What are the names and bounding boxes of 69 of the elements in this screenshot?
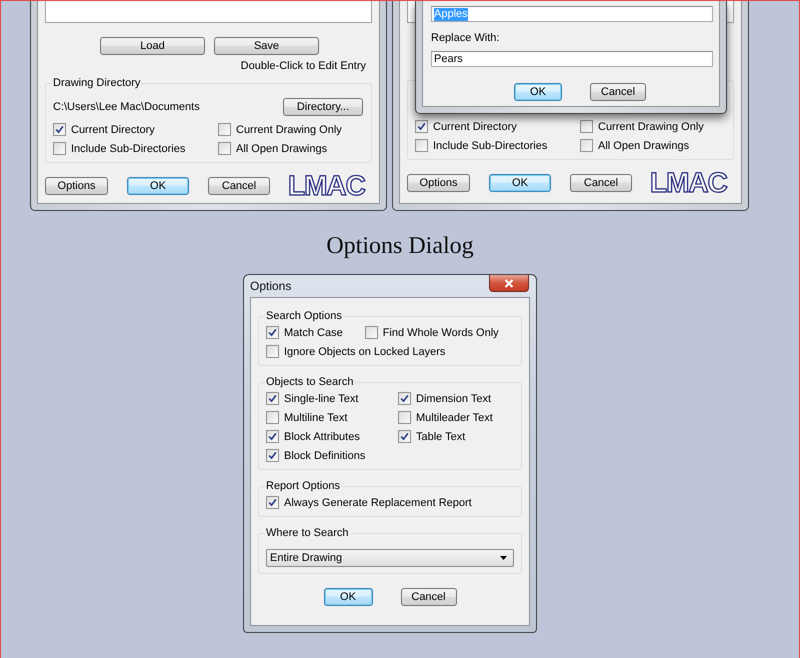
logo: LMAC bbox=[288, 173, 365, 199]
checkbox[interactable] bbox=[415, 139, 428, 152]
push-button[interactable]: Cancel bbox=[208, 177, 270, 195]
checkbox[interactable] bbox=[266, 345, 279, 358]
checkbox[interactable] bbox=[218, 142, 231, 155]
group-title: Report Options bbox=[265, 479, 341, 493]
checkbox[interactable] bbox=[398, 392, 411, 405]
checkbox[interactable] bbox=[364, 326, 378, 339]
checkbox[interactable] bbox=[218, 123, 231, 136]
group-title: Objects to Search bbox=[265, 375, 354, 389]
checkbox[interactable] bbox=[266, 411, 279, 424]
checkbox-label[interactable]: Multiline Text bbox=[284, 410, 348, 424]
checkbox-label[interactable]: Current Directory bbox=[71, 122, 155, 136]
group-title: Where to Search bbox=[265, 526, 350, 540]
push-button[interactable]: Cancel bbox=[570, 174, 632, 192]
close-button[interactable] bbox=[489, 275, 529, 292]
checkbox-label[interactable]: Block Definitions bbox=[284, 448, 366, 462]
checkbox[interactable] bbox=[266, 392, 279, 405]
checkbox-label[interactable]: Ignore Objects on Locked Layers bbox=[284, 344, 446, 358]
checkbox[interactable] bbox=[415, 120, 428, 133]
group-title: Drawing Directory bbox=[52, 76, 142, 90]
logo: LMAC bbox=[650, 170, 727, 196]
checkbox-label[interactable]: Block Attributes bbox=[284, 430, 360, 444]
checkbox[interactable] bbox=[266, 449, 279, 462]
path-text: C:\Users\Lee Mac\Documents bbox=[53, 101, 200, 113]
checkbox-label[interactable]: All Open Drawings bbox=[598, 138, 690, 152]
push-button[interactable]: Save bbox=[214, 37, 319, 55]
push-button[interactable]: Cancel bbox=[590, 83, 646, 101]
checkbox[interactable] bbox=[266, 326, 279, 339]
checkbox-label[interactable]: Single-line Text bbox=[284, 392, 358, 406]
checkbox-label[interactable]: Multileader Text bbox=[416, 410, 493, 424]
push-button[interactable]: Directory... bbox=[283, 98, 363, 116]
close-icon bbox=[504, 278, 514, 288]
checkbox[interactable] bbox=[53, 123, 66, 136]
text-field[interactable]: Pears bbox=[431, 51, 713, 67]
list-box[interactable] bbox=[45, 1, 372, 23]
checkbox-label[interactable]: Dimension Text bbox=[416, 392, 491, 406]
push-button[interactable]: Options bbox=[407, 174, 470, 192]
section-heading: Options Dialog bbox=[326, 232, 474, 261]
caret-icon bbox=[500, 556, 507, 560]
push-button[interactable]: Load bbox=[100, 37, 205, 55]
checkbox-label[interactable]: Include Sub-Directories bbox=[433, 138, 548, 152]
checkbox-label[interactable]: Current Directory bbox=[433, 120, 517, 134]
dropdown[interactable]: Entire Drawing bbox=[266, 549, 514, 567]
checkbox-label[interactable]: All Open Drawings bbox=[236, 142, 328, 156]
field-label: Replace With: bbox=[431, 31, 500, 45]
push-button[interactable]: Cancel bbox=[400, 588, 456, 606]
group-title: Search Options bbox=[265, 309, 343, 323]
push-button[interactable]: OK bbox=[514, 83, 562, 101]
checkbox-label[interactable]: Current Drawing Only bbox=[598, 120, 704, 134]
checkbox[interactable] bbox=[580, 120, 593, 133]
checkbox-label[interactable]: Find Whole Words Only bbox=[382, 326, 499, 340]
push-button[interactable]: OK bbox=[489, 174, 551, 192]
checkbox[interactable] bbox=[580, 139, 593, 152]
checkbox[interactable] bbox=[53, 142, 66, 155]
push-button[interactable]: OK bbox=[127, 177, 189, 195]
push-button[interactable]: OK bbox=[324, 588, 372, 606]
checkbox-label[interactable]: Match Case bbox=[284, 326, 343, 340]
checkbox-label[interactable]: Include Sub-Directories bbox=[71, 142, 186, 156]
checkbox[interactable] bbox=[266, 430, 279, 443]
push-button[interactable]: Options bbox=[45, 177, 108, 195]
checkbox[interactable] bbox=[398, 411, 411, 424]
checkbox[interactable] bbox=[266, 496, 279, 509]
checkbox-label[interactable]: Current Drawing Only bbox=[236, 122, 342, 136]
window-title: Options bbox=[250, 278, 292, 294]
checkbox-label[interactable]: Always Generate Replacement Report bbox=[284, 496, 472, 510]
checkbox-label[interactable]: Table Text bbox=[416, 430, 466, 444]
checkbox[interactable] bbox=[398, 430, 411, 443]
hint-text: Double-Click to Edit Entry bbox=[240, 59, 367, 73]
